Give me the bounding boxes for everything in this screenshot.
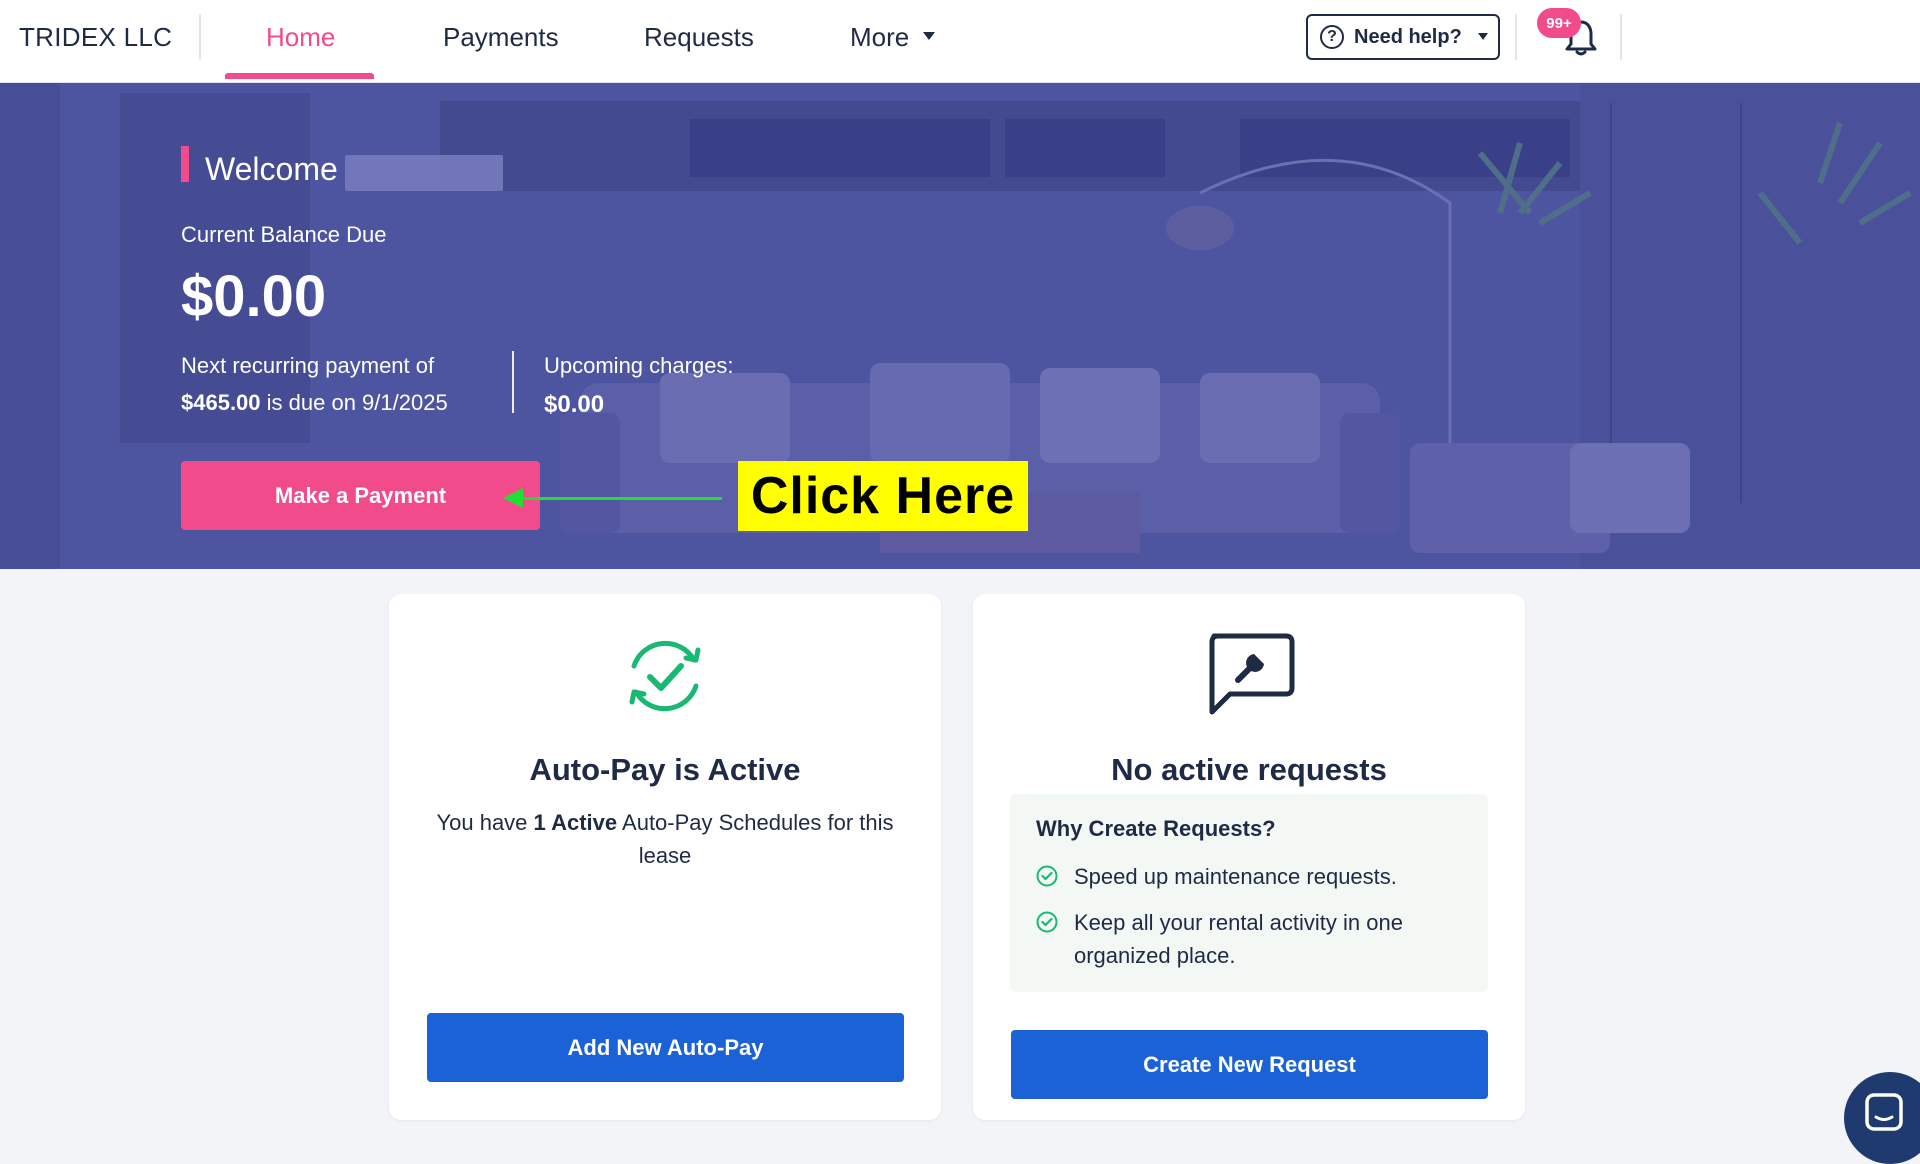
why-item-text: Keep all your rental activity in one org… bbox=[1074, 910, 1403, 968]
recurring-payment-detail: $465.00 is due on 9/1/2025 bbox=[181, 390, 448, 416]
requests-title: No active requests bbox=[1111, 752, 1387, 787]
chevron-down-icon bbox=[923, 32, 936, 41]
balance-amount: $0.00 bbox=[181, 264, 327, 329]
annotation-arrow bbox=[522, 497, 722, 500]
annotation-arrow-head bbox=[503, 488, 523, 508]
requests-card: No active requests Why Create Requests? … bbox=[973, 594, 1525, 1120]
recurring-payment-label: Next recurring payment of bbox=[181, 353, 435, 378]
make-payment-button[interactable]: Make a Payment bbox=[181, 461, 540, 530]
redacted-user-name bbox=[345, 155, 503, 191]
need-help-label: Need help? bbox=[1354, 25, 1462, 48]
autopay-card: Auto-Pay is Active You have 1 Active Aut… bbox=[389, 594, 941, 1120]
upcoming-charges-amount: $0.00 bbox=[544, 391, 605, 418]
autopay-check-icon bbox=[629, 640, 701, 712]
create-request-button[interactable]: Create New Request bbox=[1011, 1030, 1488, 1099]
brand-name[interactable]: TRIDEX LLC bbox=[19, 22, 172, 53]
need-help-button[interactable]: ? Need help? bbox=[1306, 14, 1500, 60]
nav-requests[interactable]: Requests bbox=[644, 22, 754, 53]
request-wrench-icon bbox=[1209, 633, 1295, 715]
question-circle-icon: ? bbox=[1320, 25, 1344, 49]
why-requests-heading: Why Create Requests? bbox=[1036, 816, 1276, 841]
help-divider bbox=[1515, 14, 1517, 60]
autopay-active-count: 1 Active bbox=[533, 810, 618, 835]
recurring-amount: $465.00 bbox=[181, 390, 261, 415]
welcome-accent-bar bbox=[181, 146, 189, 182]
check-circle-icon bbox=[1036, 865, 1058, 887]
autopay-desc-prefix: You have bbox=[436, 810, 528, 835]
brand-divider bbox=[199, 14, 201, 60]
why-item-text: Speed up maintenance requests. bbox=[1074, 864, 1397, 889]
notification-badge: 99+ bbox=[1537, 8, 1581, 38]
click-here-annotation: Click Here bbox=[738, 461, 1028, 531]
hero-divider bbox=[512, 351, 514, 413]
nav-more[interactable]: More bbox=[850, 22, 936, 53]
chat-icon bbox=[1865, 1093, 1903, 1131]
nav-active-indicator bbox=[225, 73, 374, 79]
nav-home[interactable]: Home bbox=[266, 22, 335, 53]
welcome-heading: Welcome bbox=[205, 151, 338, 187]
autopay-desc-suffix: Auto-Pay Schedules for this lease bbox=[622, 810, 894, 868]
top-navigation-bar: TRIDEX LLC Home Payments Requests More ?… bbox=[0, 0, 1920, 83]
autopay-description: You have 1 Active Auto-Pay Schedules for… bbox=[429, 806, 901, 872]
why-create-requests-box: Why Create Requests? Speed up maintenanc… bbox=[1010, 794, 1488, 992]
add-autopay-button[interactable]: Add New Auto-Pay bbox=[427, 1013, 904, 1082]
upcoming-charges-label: Upcoming charges: bbox=[544, 353, 734, 378]
check-circle-icon bbox=[1036, 911, 1058, 933]
nav-more-label: More bbox=[850, 22, 910, 52]
hero-banner: Welcome Current Balance Due $0.00 Next r… bbox=[0, 83, 1920, 569]
nav-payments[interactable]: Payments bbox=[443, 22, 559, 53]
autopay-title: Auto-Pay is Active bbox=[529, 752, 801, 787]
bell-divider bbox=[1620, 14, 1622, 60]
chevron-down-icon bbox=[1477, 32, 1488, 40]
recurring-due-date: is due on 9/1/2025 bbox=[266, 390, 448, 415]
balance-label: Current Balance Due bbox=[181, 222, 387, 247]
chat-launcher-button[interactable] bbox=[1844, 1072, 1920, 1164]
